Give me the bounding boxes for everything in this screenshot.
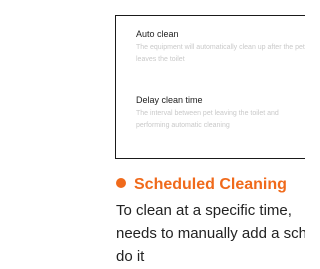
body-line: To clean at a specific time, [116,202,292,219]
scheduled-cleaning-heading-text: Scheduled Cleaning [134,176,287,193]
auto-clean-description: The equipment will automatically clean u… [136,44,305,63]
settings-screenshot-card: Auto clean The equipment will automatica… [115,15,305,159]
scheduled-cleaning-body: To clean at a specific time, needs to ma… [116,199,305,268]
body-line: do it [116,248,145,265]
scheduled-cleaning-heading: Scheduled Cleaning [116,176,287,194]
manual-page: Auto clean The equipment will automatica… [0,0,305,269]
delay-clean-time-title: Delay clean time [136,95,203,105]
delay-clean-time-description: The interval between pet leaving the toi… [136,110,279,129]
auto-clean-title: Auto clean [136,29,179,39]
body-line: needs to manually add a schedule to [116,225,305,242]
bullet-dot-icon [116,178,126,188]
